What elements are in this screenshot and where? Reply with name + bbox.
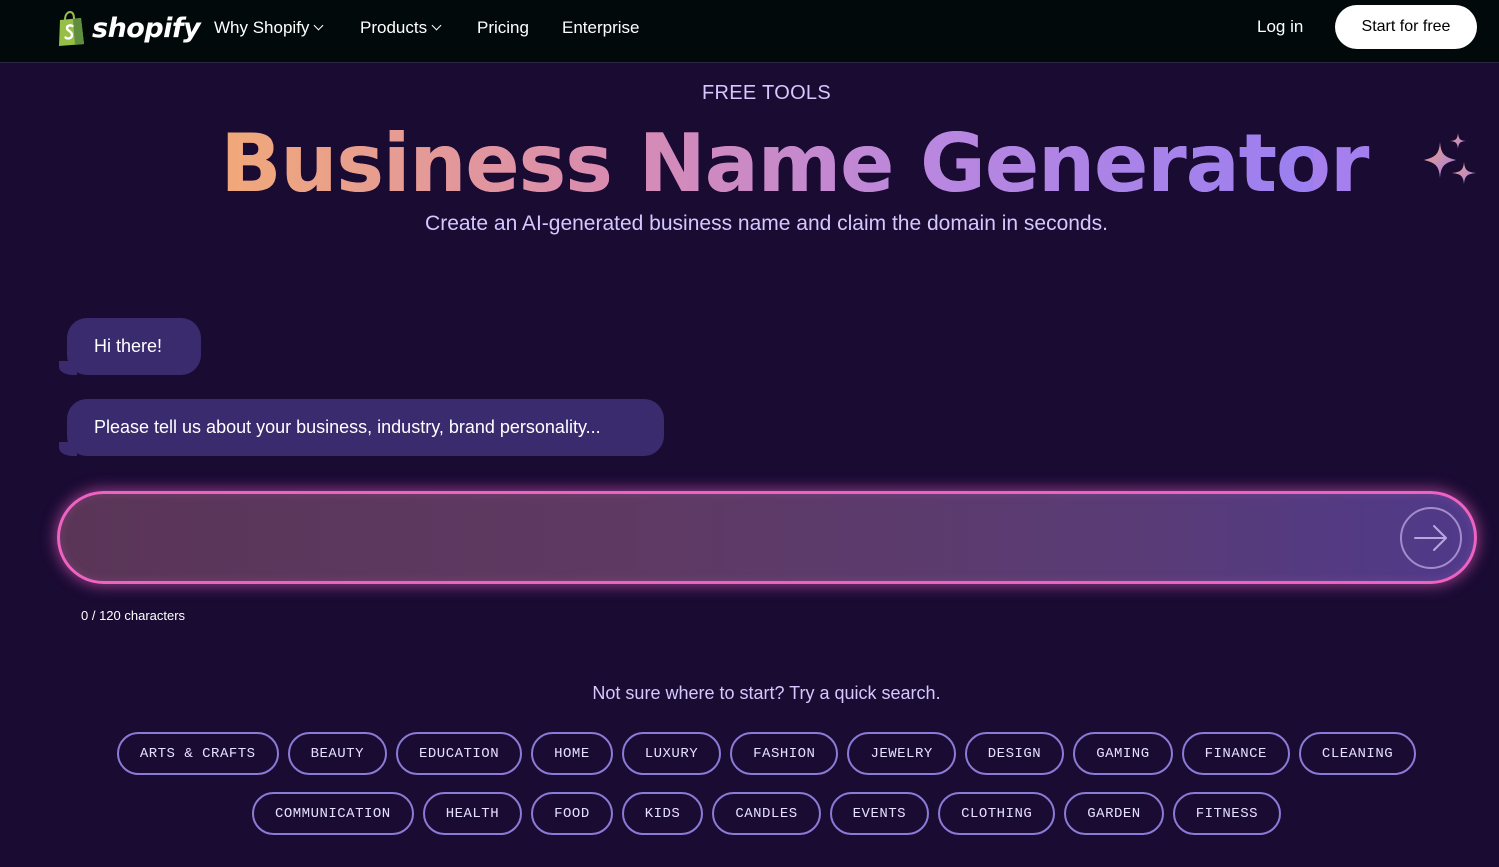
quick-search-chip[interactable]: DESIGN <box>964 732 1065 775</box>
quick-search-chip[interactable]: CLEANING <box>1298 732 1417 775</box>
business-description-field <box>57 491 1477 584</box>
login-link[interactable]: Log in <box>1257 17 1303 37</box>
nav-item-label: Products <box>360 17 428 37</box>
quick-search-row-2: COMMUNICATION HEALTH FOOD KIDS CANDLES EVENTS… <box>0 792 1499 835</box>
submit-button[interactable] <box>1400 507 1462 569</box>
arrow-right-icon <box>1414 525 1447 551</box>
quick-search-chip[interactable]: FOOD <box>531 792 613 835</box>
quick-search-chip[interactable]: CANDLES <box>712 792 821 835</box>
quick-search-chip[interactable]: JEWELRY <box>847 732 956 775</box>
chevron-down-icon <box>431 20 442 31</box>
chevron-down-icon <box>313 20 324 31</box>
nav-item-products[interactable]: Products <box>360 0 442 55</box>
chat-message-text: Hi there! <box>94 336 163 356</box>
nav-item-enterprise[interactable]: Enterprise <box>562 0 639 55</box>
chat-message-text: Please tell us about your business, indu… <box>94 417 601 437</box>
bubble-tail <box>59 442 77 456</box>
shopify-logo[interactable]: shopify <box>56 9 201 49</box>
business-description-input[interactable] <box>84 494 1388 583</box>
quick-search-chip[interactable]: FASHION <box>730 732 839 775</box>
character-counter: 0 / 120 characters <box>81 608 186 623</box>
quick-search-chip[interactable]: CLOTHING <box>938 792 1056 835</box>
quick-search-chip[interactable]: HEALTH <box>422 792 523 835</box>
logo-wordmark: shopify <box>92 12 201 44</box>
quick-search-chip[interactable]: GAMING <box>1073 732 1173 775</box>
quick-search-chip[interactable]: FITNESS <box>1172 792 1282 835</box>
quick-search-row-1: ARTS & CRAFTS BEAUTY EDUCATION HOME LUXURY FA… <box>0 732 1499 775</box>
chat-message: Hi there! <box>59 318 201 375</box>
nav-item-pricing[interactable]: Pricing <box>477 0 529 55</box>
quick-search-chip[interactable]: BEAUTY <box>287 732 387 775</box>
chat-message: Please tell us about your business, indu… <box>59 399 664 456</box>
quick-search-chip[interactable]: FINANCE <box>1181 732 1290 775</box>
nav-item-label: Pricing <box>477 17 529 37</box>
quick-search-chip[interactable]: KIDS <box>621 792 704 835</box>
quick-search-chip[interactable]: EVENTS <box>829 792 930 835</box>
nav-item-label: Enterprise <box>562 17 640 37</box>
nav-item-label: Why Shopify <box>214 17 310 37</box>
page-title: Business Name Generator <box>0 118 1499 210</box>
top-navigation-bar: shopify Why Shopify Products Pricing Ent… <box>0 0 1499 63</box>
start-for-free-button[interactable]: Start for free <box>1335 5 1477 49</box>
bubble-tail <box>59 361 77 375</box>
page-subtitle: Create an AI-generated business name and… <box>425 212 1108 235</box>
eyebrow-label: FREE TOOLS <box>702 82 831 104</box>
quick-search-chip[interactable]: GARDEN <box>1064 792 1164 835</box>
shopping-bag-icon <box>56 10 86 47</box>
quick-search-chip[interactable]: HOME <box>531 732 613 775</box>
page-title-text: Business Name Generator <box>220 117 1370 210</box>
quick-search-chip[interactable]: ARTS & CRAFTS <box>116 732 279 775</box>
sparkles-icon <box>1420 132 1478 194</box>
nav-item-why-shopify[interactable]: Why Shopify <box>214 0 324 55</box>
quick-search-label: Not sure where to start? Try a quick sea… <box>592 683 941 703</box>
quick-search-chip[interactable]: COMMUNICATION <box>251 792 414 835</box>
quick-search-chip[interactable]: EDUCATION <box>395 732 523 775</box>
quick-search-chip[interactable]: LUXURY <box>621 732 722 775</box>
